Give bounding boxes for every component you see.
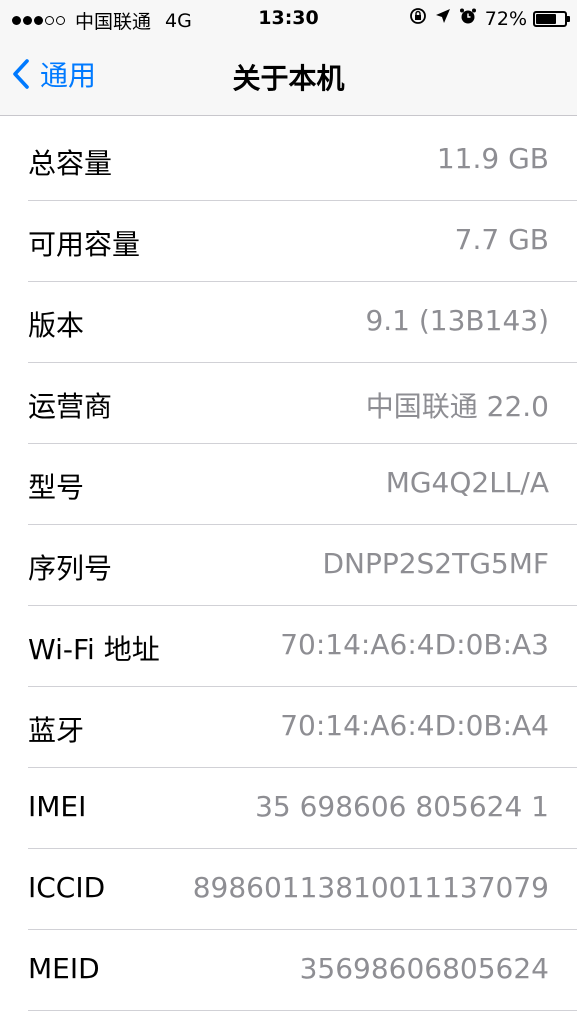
row-label: 可用容量	[28, 228, 141, 261]
info-row-available-capacity: 可用容量 7.7 GB	[28, 201, 577, 282]
row-value: 70:14:A6:4D:0B:A4	[280, 709, 549, 742]
status-right: 72%	[409, 7, 570, 30]
row-label: 蓝牙	[28, 714, 85, 747]
info-row-carrier[interactable]: 运营商 中国联通 22.0	[28, 363, 577, 444]
row-label: MEID	[28, 952, 100, 985]
row-value: 9.1 (13B143)	[365, 304, 549, 337]
about-info-list: 总容量 11.9 GB 可用容量 7.7 GB 版本 9.1 (13B143) …	[0, 120, 577, 1011]
alarm-icon	[459, 7, 477, 30]
orientation-lock-icon	[409, 7, 427, 30]
battery-percent: 72%	[484, 7, 527, 30]
row-label: IMEI	[28, 790, 87, 823]
row-label: 运营商	[28, 390, 113, 423]
row-value: 11.9 GB	[436, 142, 549, 175]
row-value: 35 698606 805624 1	[255, 790, 549, 823]
info-row-iccid: ICCID 89860113810011137079	[28, 849, 577, 930]
row-value: 中国联通 22.0	[365, 390, 549, 423]
row-value: 35698606805624	[299, 952, 549, 985]
info-row-wifi-address: Wi-Fi 地址 70:14:A6:4D:0B:A3	[28, 606, 577, 687]
row-value: 70:14:A6:4D:0B:A3	[280, 628, 549, 661]
row-label: 版本	[28, 309, 85, 342]
battery-icon	[533, 10, 570, 27]
page-title: 关于本机	[232, 62, 345, 95]
row-value: MG4Q2LL/A	[385, 466, 549, 499]
info-row-bluetooth: 蓝牙 70:14:A6:4D:0B:A4	[28, 687, 577, 768]
info-row-total-capacity: 总容量 11.9 GB	[28, 120, 577, 201]
row-value: 89860113810011137079	[192, 871, 549, 904]
row-label: 序列号	[28, 552, 113, 585]
info-row-model[interactable]: 型号 MG4Q2LL/A	[28, 444, 577, 525]
battery-fill	[536, 13, 556, 24]
row-value: DNPP2S2TG5MF	[322, 547, 549, 580]
info-row-meid: MEID 35698606805624	[28, 930, 577, 1011]
row-label: 型号	[28, 471, 85, 504]
info-row-imei: IMEI 35 698606 805624 1	[28, 768, 577, 849]
navigation-bar: 通用 关于本机	[0, 40, 577, 116]
row-value: 7.7 GB	[454, 223, 549, 256]
row-label: 总容量	[28, 147, 113, 180]
row-label: ICCID	[28, 871, 106, 904]
status-bar: 中国联通 4G 13:30 72%	[0, 0, 577, 40]
location-arrow-icon	[435, 8, 451, 29]
info-row-serial-number: 序列号 DNPP2S2TG5MF	[28, 525, 577, 606]
info-row-version[interactable]: 版本 9.1 (13B143)	[28, 282, 577, 363]
row-label: Wi-Fi 地址	[28, 633, 160, 666]
